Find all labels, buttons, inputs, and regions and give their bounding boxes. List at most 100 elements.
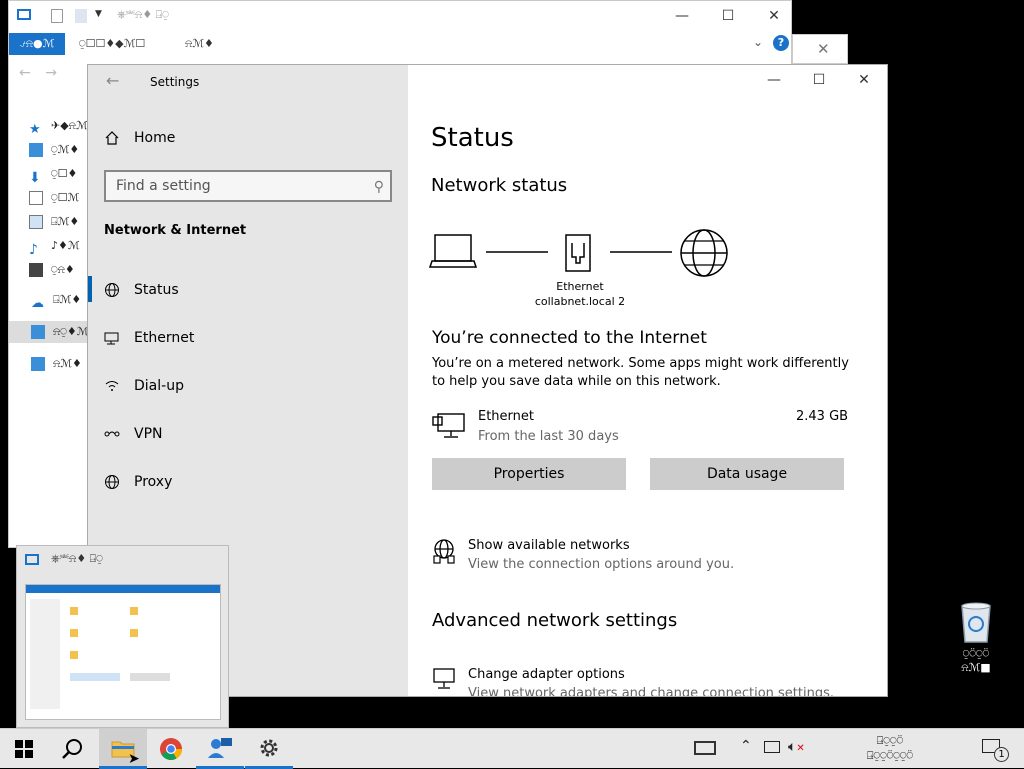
search-icon xyxy=(62,739,82,759)
nav-item-this-pc[interactable]: ⍾⍜♦ℳ xyxy=(9,321,89,343)
video-icon xyxy=(29,263,43,277)
menu-item-vpn[interactable]: VPN xyxy=(104,422,163,446)
search-placeholder: Find a setting xyxy=(116,178,211,194)
data-amount: 2.43 GB xyxy=(796,409,849,424)
network-status-heading: Network status xyxy=(431,175,568,196)
nav-pane: ★ ✈◆⍾ℳ ⍜ℳ♦ ⬇ ⍜☐♦ ⍜☐ℳ ⍈ℳ♦ ♪ ♪♦ℳ ⍜⍾♦ ☁ ⍈ℳ♦ ⍾⍜♦… xyxy=(9,111,89,381)
nav-item-downloads[interactable]: ⬇ ⍜☐♦ xyxy=(29,163,78,186)
ribbon-tab-view[interactable]: ⍾ℳ♦ xyxy=(185,33,214,55)
thumbnail-nav xyxy=(30,599,60,709)
news-widget-icon[interactable] xyxy=(694,741,716,755)
close-button[interactable]: ✕ xyxy=(841,65,887,95)
search-button[interactable] xyxy=(48,729,96,769)
ethernet-icon xyxy=(104,330,120,346)
change-adapter-link[interactable]: Change adapter options xyxy=(468,667,625,682)
menu-item-proxy[interactable]: Proxy xyxy=(104,470,172,494)
gear-icon xyxy=(260,739,278,756)
back-arrow-icon[interactable]: ← xyxy=(106,71,119,90)
laptop-icon xyxy=(428,234,478,268)
clock[interactable]: ⍈⍜⍜⍥ ⍈⍜⍜⍥⍜⍜⍥ xyxy=(820,733,960,763)
settings-main: — ☐ ✕ Status Network status Ethernet col… xyxy=(408,65,887,696)
menu-item-label: Ethernet xyxy=(134,330,195,346)
page-title: Status xyxy=(431,123,514,153)
help-icon[interactable]: ? xyxy=(773,35,789,51)
menu-item-ethernet[interactable]: Ethernet xyxy=(104,326,194,350)
connected-heading: You’re connected to the Internet xyxy=(432,328,707,348)
metered-text: You’re on a metered network. Some apps m… xyxy=(432,356,849,389)
star-icon: ★ xyxy=(29,122,41,137)
internet-globe-icon xyxy=(680,229,728,277)
new-folder-icon[interactable] xyxy=(75,9,87,23)
nav-item-onedrive[interactable]: ☁ ⍈ℳ♦ xyxy=(31,289,81,311)
settings-window-title: Settings xyxy=(150,75,200,89)
taskbar-settings[interactable] xyxy=(245,729,293,769)
back-arrow-icon[interactable]: ← xyxy=(19,65,31,81)
close-button[interactable]: ✕ xyxy=(751,1,797,31)
computer-icon xyxy=(17,9,31,20)
adapter-options-icon xyxy=(433,668,455,689)
cloud-icon: ☁ xyxy=(31,296,44,311)
globe-icon xyxy=(104,474,120,490)
home-nav-item[interactable]: Home xyxy=(104,126,175,150)
nav-item-videos[interactable]: ⍜⍾♦ xyxy=(29,259,75,281)
chevron-up-icon[interactable]: ⌃ xyxy=(740,738,752,754)
network-tray-icon[interactable] xyxy=(764,741,780,753)
menu-item-label: Proxy xyxy=(134,474,173,490)
folder-icon xyxy=(70,607,78,615)
user-chat-icon xyxy=(208,737,232,758)
menu-item-status[interactable]: Status xyxy=(104,278,179,302)
recycle-bin[interactable]: ⍜⍥⍜⍥ ⍾ℳ■ xyxy=(940,600,1012,680)
minimize-button[interactable]: — xyxy=(751,65,797,95)
show-networks-link[interactable]: Show available networks xyxy=(468,538,630,553)
dialup-icon xyxy=(104,378,120,394)
customize-dropdown-icon[interactable]: ▼ xyxy=(95,9,102,19)
notification-center-button[interactable]: 1 xyxy=(980,737,1010,763)
mouse-cursor-icon: ➤ xyxy=(128,751,140,767)
recycle-bin-label-line2: ⍾ℳ■ xyxy=(961,661,991,674)
expand-ribbon-icon[interactable]: ⌄ xyxy=(753,35,763,49)
nav-item-label: ⍜☐♦ xyxy=(51,167,78,180)
nav-item-label: ⍾ℳ♦ xyxy=(53,357,82,370)
explorer-titlebar[interactable]: ▼ ⎈⎃⍾♦ ⍈⍜ — ☐ ✕ xyxy=(9,1,791,31)
nav-buttons: ← → xyxy=(19,65,57,81)
ribbon-file-tab[interactable]: ⍻⍾●ℳ xyxy=(9,33,65,55)
show-networks-sub: View the connection options around you. xyxy=(468,557,735,572)
search-input[interactable]: Find a setting ⚲ xyxy=(104,170,392,202)
forward-arrow-icon[interactable]: → xyxy=(45,65,57,81)
ethernet-adapter-icon xyxy=(432,413,465,438)
drive-icon xyxy=(70,673,120,681)
taskbar-thumbnail-preview[interactable]: ⎈⎃⍾♦ ⍈⍜ xyxy=(16,545,229,728)
nav-item-label: ⍾⍜♦ℳ xyxy=(53,325,89,338)
clock-date: ⍈⍜⍜⍥⍜⍜⍥ xyxy=(866,749,914,762)
nav-item-network[interactable]: ⍾ℳ♦ xyxy=(31,353,82,375)
menu-item-label: VPN xyxy=(134,426,163,442)
taskbar: ➤ ⌃ 🔈︎✕ ⍈⍜⍜⍥ ⍈⍜⍜⍥⍜⍜⍥ 1 xyxy=(0,728,1024,769)
drive-icon xyxy=(130,673,170,681)
start-button[interactable] xyxy=(0,729,48,769)
taskbar-remote-app[interactable] xyxy=(196,729,244,769)
nav-item-quick-access[interactable]: ★ ✈◆⍾ℳ xyxy=(29,115,88,137)
adapter-sub: From the last 30 days xyxy=(478,429,619,444)
maximize-button[interactable]: ☐ xyxy=(705,1,751,31)
close-icon[interactable]: ✕ xyxy=(817,40,830,58)
properties-icon[interactable] xyxy=(51,9,63,23)
taskbar-chrome[interactable] xyxy=(147,729,195,769)
nav-item-desktop[interactable]: ⍜ℳ♦ xyxy=(29,139,79,161)
menu-item-label: Dial-up xyxy=(134,378,184,394)
folder-icon xyxy=(70,651,78,659)
picture-icon xyxy=(29,215,43,229)
properties-button[interactable]: Properties xyxy=(432,458,626,490)
minimize-button[interactable]: — xyxy=(659,1,705,31)
data-usage-button[interactable]: Data usage xyxy=(650,458,844,490)
nav-item-music[interactable]: ♪ ♪♦ℳ xyxy=(29,235,80,258)
nav-item-documents[interactable]: ⍜☐ℳ xyxy=(29,187,79,209)
ribbon-tab-computer[interactable]: ⍜☐☐♦◆ℳ☐ xyxy=(79,33,145,55)
volume-muted-icon[interactable]: 🔈︎✕ xyxy=(788,739,805,755)
nav-item-pictures[interactable]: ⍈ℳ♦ xyxy=(29,211,79,233)
maximize-button[interactable]: ☐ xyxy=(796,65,842,95)
advanced-heading: Advanced network settings xyxy=(432,610,678,631)
folder-icon xyxy=(130,629,138,637)
nav-item-label: ⍈ℳ♦ xyxy=(51,215,80,228)
show-networks-icon xyxy=(433,539,455,564)
menu-item-dialup[interactable]: Dial-up xyxy=(104,374,184,398)
